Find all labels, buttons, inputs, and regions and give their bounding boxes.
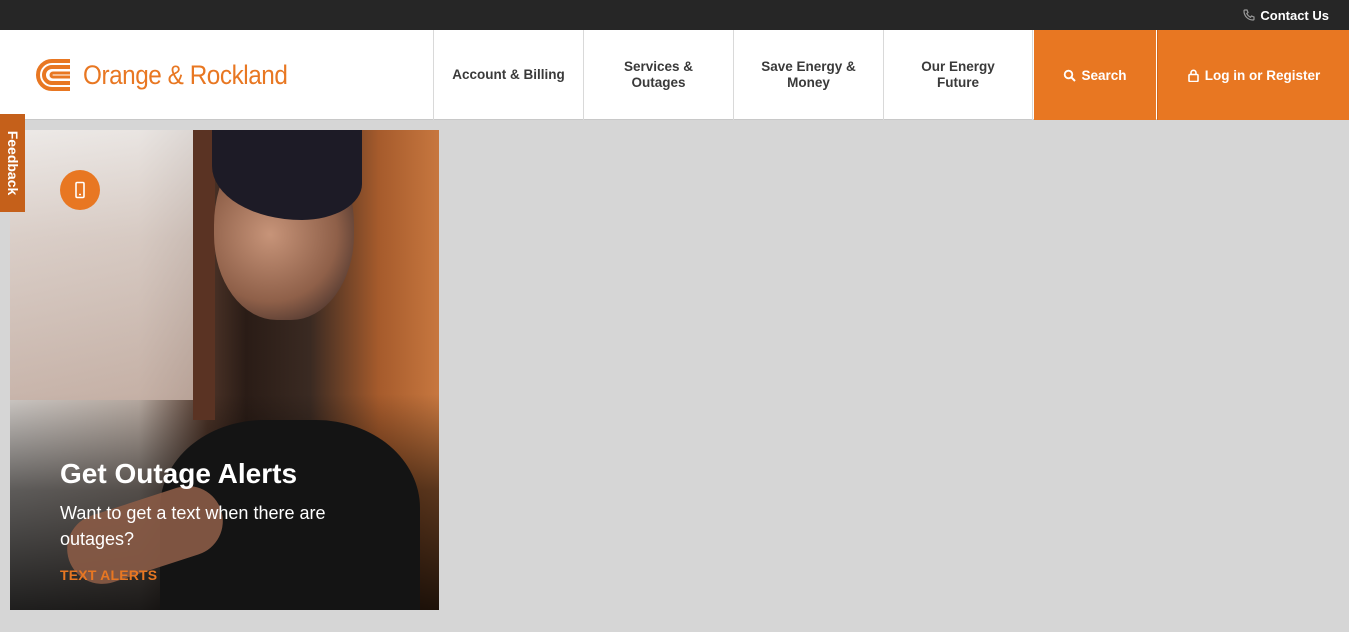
nav-services-outages[interactable]: Services & Outages [583,30,733,120]
card-icon-badge [60,170,100,210]
feedback-tab[interactable]: Feedback [0,114,25,212]
login-register-button[interactable]: Log in or Register [1157,30,1349,120]
brand-logo[interactable]: Orange & Rockland [34,54,310,96]
lock-icon [1187,69,1199,82]
nav-save-energy-money[interactable]: Save Energy & Money [733,30,883,120]
top-utility-bar: Contact Us [0,0,1349,30]
contact-us-link[interactable]: Contact Us [1243,0,1329,30]
contact-us-label: Contact Us [1260,7,1329,23]
search-label: Search [1081,67,1127,83]
outage-alerts-card[interactable]: Get Outage Alerts Want to get a text whe… [10,130,439,610]
card-title: Get Outage Alerts [60,458,298,489]
nav-account-billing[interactable]: Account & Billing [433,30,583,120]
phone-icon [1243,9,1255,21]
main-navigation: Account & Billing Services & Outages Sav… [433,30,1033,120]
logo-mark-icon [36,59,70,91]
card-photo-window-frame [193,130,215,420]
logo-text: Orange & Rockland [83,59,288,90]
card-photo-background [10,130,200,400]
search-button[interactable]: Search [1034,30,1156,120]
nav-our-energy-future[interactable]: Our Energy Future [883,30,1033,120]
card-description: Want to get a text when there are outage… [60,503,326,549]
login-register-label: Log in or Register [1204,67,1321,83]
text-alerts-link[interactable]: TEXT ALERTS [60,567,157,583]
feedback-label: Feedback [4,130,21,196]
search-icon [1064,69,1077,82]
mobile-phone-icon [75,181,85,199]
site-header: Orange & Rockland Account & Billing Serv… [0,30,1349,120]
